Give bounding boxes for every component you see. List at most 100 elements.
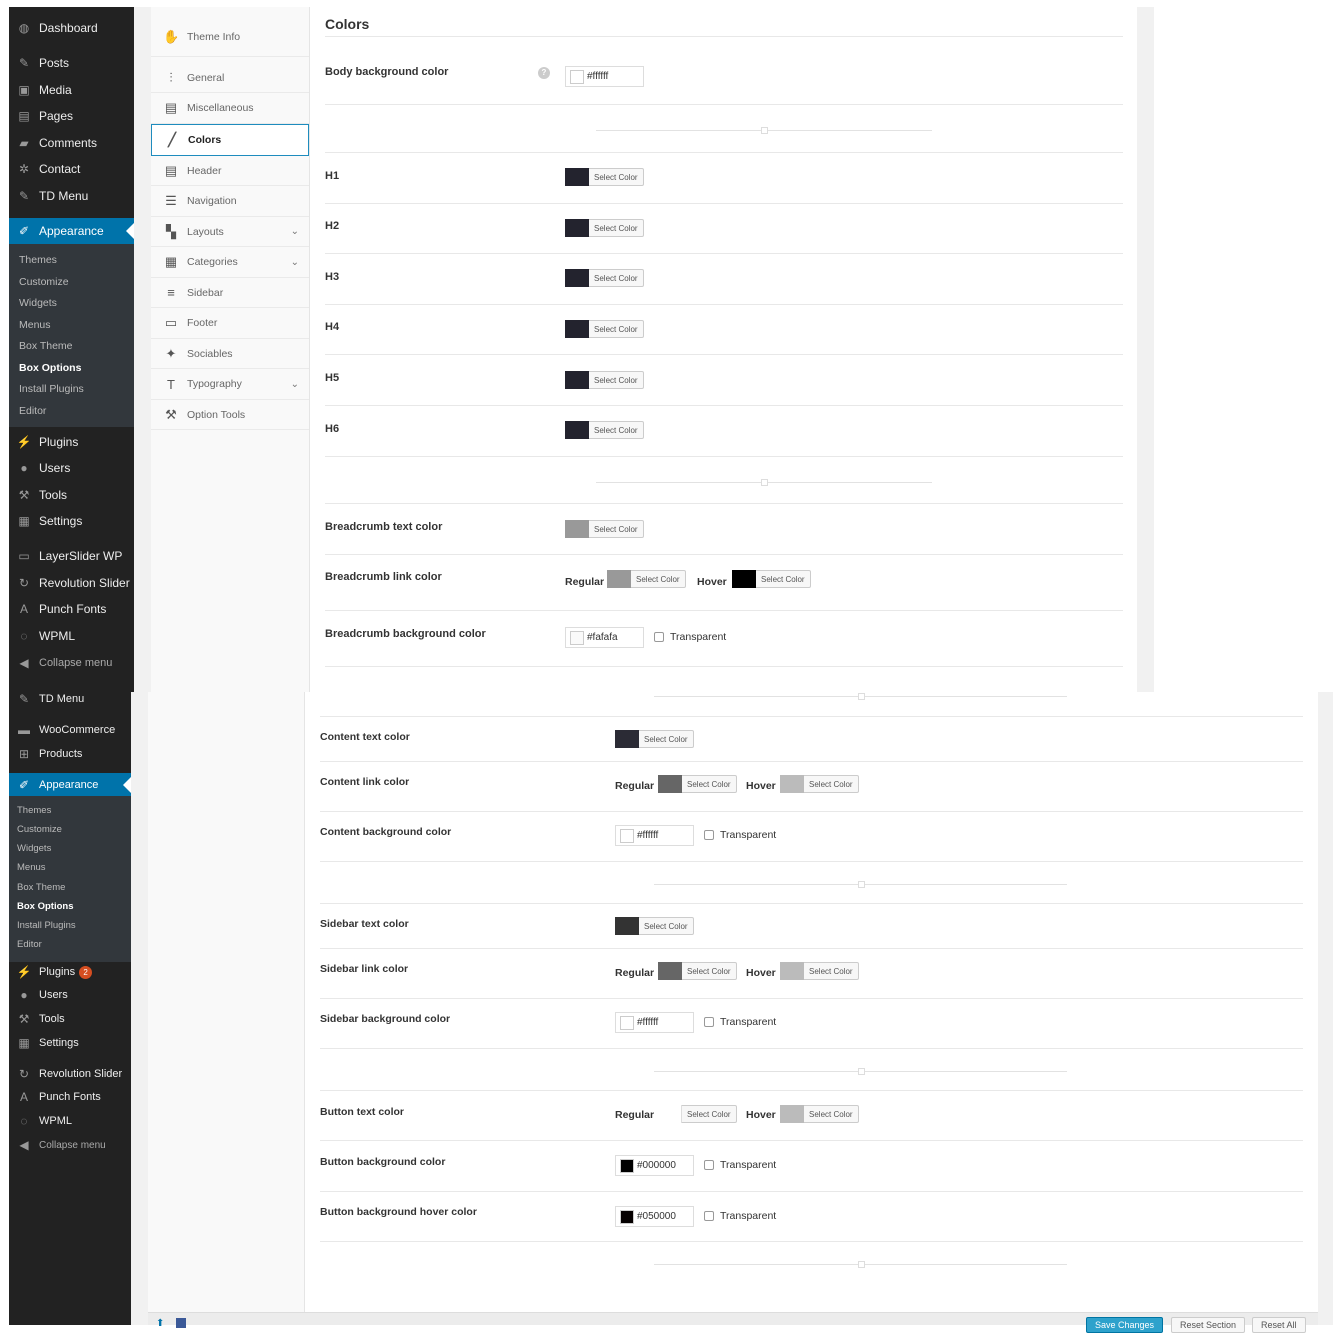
h1-color-button[interactable]: Select Color <box>565 168 644 186</box>
menu-tools[interactable]: ⚒ Tools <box>9 1008 131 1030</box>
h2-color-button[interactable]: Select Color <box>565 219 644 237</box>
menu-woocommerce[interactable]: ▬ WooCommerce <box>9 719 131 741</box>
reset-section-button[interactable]: Reset Section <box>1171 1317 1246 1333</box>
submenu-customize[interactable]: Customize <box>19 276 69 288</box>
menu-revolution-slider[interactable]: ↻ Revolution Slider <box>9 1063 131 1085</box>
content-link-hover-button[interactable]: Select Color <box>780 775 859 793</box>
tab-typography[interactable]: T Typography ⌄ <box>151 369 309 400</box>
tab-option-tools[interactable]: ⚒ Option Tools <box>151 400 309 430</box>
content-text-color-button[interactable]: Select Color <box>615 730 694 748</box>
help-icon[interactable]: ? <box>538 67 550 79</box>
menu-contact[interactable]: ✲ Contact <box>9 158 134 180</box>
sidebar-link-hover-button[interactable]: Select Color <box>780 962 859 980</box>
breadcrumb-bg-input[interactable]: #fafafa <box>565 627 644 648</box>
menu-appearance[interactable]: ✐ Appearance <box>9 218 134 244</box>
submenu-editor[interactable]: Editor <box>17 939 42 950</box>
menu-layerslider[interactable]: ▭ LayerSlider WP <box>9 545 134 567</box>
menu-appearance[interactable]: ✐ Appearance <box>9 773 131 796</box>
reset-all-button[interactable]: Reset All <box>1252 1317 1306 1333</box>
menu-punch-fonts[interactable]: A Punch Fonts <box>9 1086 131 1108</box>
sidebar-link-regular-button[interactable]: Select Color <box>658 962 737 980</box>
menu-media[interactable]: ▣ Media <box>9 79 134 101</box>
collapse-menu[interactable]: ◀ Collapse menu <box>9 652 134 674</box>
tab-miscellaneous[interactable]: ▤ Miscellaneous <box>151 93 309 124</box>
menu-punch-fonts[interactable]: A Punch Fonts <box>9 598 134 620</box>
menu-tools[interactable]: ⚒ Tools <box>9 484 134 506</box>
h6-color-button[interactable]: Select Color <box>565 421 644 439</box>
button-text-hover-button[interactable]: Select Color <box>780 1105 859 1123</box>
menu-posts[interactable]: ✎ Posts <box>9 52 134 74</box>
menu-wpml[interactable]: ◌ WPML <box>9 1110 131 1132</box>
content-bg-input[interactable]: #ffffff <box>615 825 694 846</box>
h3-color-button[interactable]: Select Color <box>565 269 644 287</box>
tab-sidebar[interactable]: ≡ Sidebar <box>151 278 309 308</box>
h4-color-button[interactable]: Select Color <box>565 320 644 338</box>
sidebar-text-color-button[interactable]: Select Color <box>615 917 694 935</box>
tab-footer[interactable]: ▭ Footer <box>151 308 309 339</box>
menu-products[interactable]: ⊞ Products <box>9 743 131 765</box>
submenu-menus[interactable]: Menus <box>17 862 46 873</box>
tab-theme-info[interactable]: ✋ Theme Info <box>151 17 309 57</box>
tab-sociables[interactable]: ✦ Sociables <box>151 339 309 369</box>
submenu-box-theme[interactable]: Box Theme <box>19 340 73 352</box>
submenu-customize[interactable]: Customize <box>17 824 62 835</box>
breadcrumb-link-hover-button[interactable]: Select Color <box>732 570 811 588</box>
facebook-icon[interactable] <box>176 1318 186 1328</box>
menu-plugins[interactable]: ⚡ Plugins 2 <box>9 961 131 983</box>
submenu-widgets[interactable]: Widgets <box>17 843 51 854</box>
menu-td-menu[interactable]: ✎ TD Menu <box>9 185 134 207</box>
content-bg-transparent[interactable]: Transparent <box>704 829 776 841</box>
submenu-install-plugins[interactable]: Install Plugins <box>19 383 84 395</box>
submenu-box-theme[interactable]: Box Theme <box>17 882 65 893</box>
tab-header[interactable]: ▤ Header <box>151 156 309 186</box>
button-bg-hover-transparent[interactable]: Transparent <box>704 1210 776 1222</box>
checkbox[interactable] <box>704 830 714 840</box>
submenu-box-options[interactable]: Box Options <box>19 362 81 374</box>
submenu-themes[interactable]: Themes <box>19 254 57 266</box>
checkbox[interactable] <box>654 632 664 642</box>
menu-users[interactable]: ● Users <box>9 457 134 479</box>
menu-dashboard[interactable]: ◍ Dashboard <box>9 17 134 39</box>
home-icon[interactable]: ⬆ <box>156 1318 164 1329</box>
gear-icon: ✲ <box>18 162 30 176</box>
button-bg-input[interactable]: #000000 <box>615 1155 694 1176</box>
sidebar-bg-transparent[interactable]: Transparent <box>704 1016 776 1028</box>
tab-general[interactable]: ⫶ General <box>151 63 309 93</box>
tab-categories[interactable]: ▦ Categories ⌄ <box>151 247 309 278</box>
checkbox[interactable] <box>704 1160 714 1170</box>
tab-navigation[interactable]: ☰ Navigation <box>151 186 309 217</box>
checkbox[interactable] <box>704 1211 714 1221</box>
breadcrumb-text-color-button[interactable]: Select Color <box>565 520 644 538</box>
menu-wpml[interactable]: ◌ WPML <box>9 625 134 647</box>
content-link-regular-button[interactable]: Select Color <box>658 775 737 793</box>
menu-pages[interactable]: ▤ Pages <box>9 105 134 127</box>
submenu-widgets[interactable]: Widgets <box>19 297 57 309</box>
breadcrumb-link-regular-button[interactable]: Select Color <box>607 570 686 588</box>
menu-settings[interactable]: ▦ Settings <box>9 510 134 532</box>
collapse-menu[interactable]: ◀ Collapse menu <box>9 1134 131 1156</box>
button-text-regular-button[interactable]: Select Color <box>658 1105 737 1123</box>
save-changes-button[interactable]: Save Changes <box>1086 1317 1164 1333</box>
menu-users[interactable]: ● Users <box>9 984 131 1006</box>
submenu-editor[interactable]: Editor <box>19 405 46 417</box>
h5-color-button[interactable]: Select Color <box>565 371 644 389</box>
section-divider <box>654 1261 1067 1268</box>
submenu-menus[interactable]: Menus <box>19 319 51 331</box>
body-bg-input[interactable]: #ffffff <box>565 66 644 87</box>
menu-settings[interactable]: ▦ Settings <box>9 1032 131 1054</box>
tab-layouts[interactable]: ▚ Layouts ⌄ <box>151 217 309 247</box>
checkbox[interactable] <box>704 1017 714 1027</box>
sidebar-bg-input[interactable]: #ffffff <box>615 1012 694 1033</box>
submenu-themes[interactable]: Themes <box>17 805 51 816</box>
submenu-install-plugins[interactable]: Install Plugins <box>17 920 76 931</box>
submenu-box-options[interactable]: Box Options <box>17 901 73 912</box>
button-bg-hover-input[interactable]: #050000 <box>615 1206 694 1227</box>
collapse-icon: ◀ <box>19 656 29 670</box>
menu-revolution-slider[interactable]: ↻ Revolution Slider <box>9 572 134 594</box>
menu-comments[interactable]: ▰ Comments <box>9 132 134 154</box>
breadcrumb-bg-transparent[interactable]: Transparent <box>654 631 726 643</box>
menu-td-menu[interactable]: ✎ TD Menu <box>9 688 131 710</box>
button-bg-transparent[interactable]: Transparent <box>704 1159 776 1171</box>
tab-colors[interactable]: ╱ Colors <box>151 124 309 156</box>
menu-plugins[interactable]: ⚡ Plugins <box>9 431 134 453</box>
